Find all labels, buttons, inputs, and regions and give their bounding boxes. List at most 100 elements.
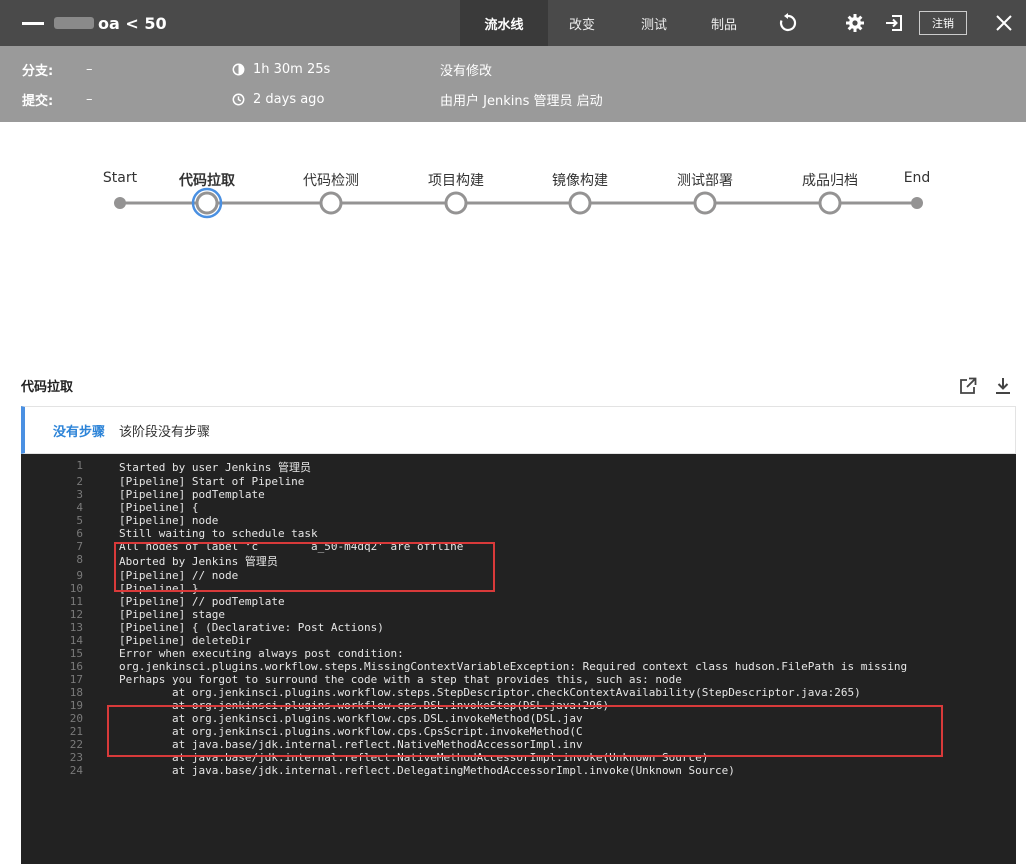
changes-value: 没有修改 <box>440 63 493 79</box>
top-bar: oa < 50 流水线 改变 测试 制品 注销 <box>0 0 1026 46</box>
log-line: 11 [Pipeline] // podTemplate <box>21 595 1016 608</box>
tab-artifacts[interactable]: 制品 <box>694 0 754 46</box>
log-line-text: Started by user Jenkins 管理员 <box>119 461 311 474</box>
rerun-button[interactable] <box>772 0 804 46</box>
tab-label: 测试 <box>640 17 667 33</box>
commit-label: 提交: <box>22 93 54 109</box>
log-line: 14 [Pipeline] deleteDir <box>21 634 1016 647</box>
log-lines: 1 Started by user Jenkins 管理员 2 [Pipeline] … <box>21 454 1016 777</box>
duration-info: 1h 30m 25s <box>232 59 330 79</box>
log-line: 19 at org.jenkinsci.plugins.workflow.cps… <box>21 699 1016 712</box>
log-line-text: at org.jenkinsci.plugins.workflow.steps.… <box>119 686 861 699</box>
log-line: 4 [Pipeline] { <box>21 501 1016 514</box>
close-button[interactable] <box>990 0 1018 46</box>
log-line-text: [Pipeline] // podTemplate <box>119 595 285 608</box>
stage-section-title: 代码拉取 <box>21 380 74 395</box>
log-line-number: 9 <box>76 569 83 582</box>
log-line: 17 Perhaps you forgot to surround the cod… <box>21 673 1016 686</box>
log-line-number: 22 <box>69 738 83 751</box>
run-info-bar: 分支: – 提交: – 1h 30m 25s 2 days ago 没有修改 由… <box>0 46 1026 122</box>
tab-tests[interactable]: 测试 <box>624 0 684 46</box>
log-line: 8 Aborted by Jenkins 管理员 <box>21 553 1016 569</box>
clock-icon <box>232 93 245 106</box>
log-line-text: org.jenkinsci.plugins.workflow.steps.Mis… <box>119 660 908 673</box>
tab-changes[interactable]: 改变 <box>552 0 612 46</box>
log-line: 21 at org.jenkinsci.plugins.workflow.cps… <box>21 725 1016 738</box>
log-line-number: 24 <box>69 764 83 777</box>
log-line-text: [Pipeline] podTemplate <box>119 488 265 501</box>
log-line-number: 1 <box>76 459 83 472</box>
commit-info: 提交: – <box>22 89 93 109</box>
classic-view-button[interactable] <box>878 0 910 46</box>
log-line: 22 at java.base/jdk.internal.reflect.Nat… <box>21 738 1016 751</box>
log-line-number: 17 <box>69 673 83 686</box>
pipeline-stage-node[interactable] <box>568 191 592 215</box>
no-steps-description: 该阶段没有步骤 <box>119 424 211 440</box>
duration-icon <box>232 63 245 76</box>
log-line-number: 7 <box>76 540 83 553</box>
branch-label: 分支: <box>22 63 54 79</box>
pipeline-stage-node[interactable] <box>818 191 842 215</box>
log-line-text: Still waiting to schedule task <box>119 527 318 540</box>
log-line: 24 at java.base/jdk.internal.reflect.Del… <box>21 764 1016 777</box>
tab-label: 改变 <box>568 17 595 33</box>
pipeline-stage-node[interactable] <box>319 191 343 215</box>
tab-pipeline[interactable]: 流水线 <box>460 0 548 46</box>
changes-info: 没有修改 <box>440 59 492 79</box>
log-line: 16 org.jenkinsci.plugins.workflow.steps.M… <box>21 660 1016 673</box>
settings-button[interactable] <box>840 0 870 46</box>
logout-label: 注销 <box>932 17 954 30</box>
branch-info: 分支: – <box>22 59 93 79</box>
open-log-button[interactable] <box>958 376 978 396</box>
log-line-text: at java.base/jdk.internal.reflect.Native… <box>119 751 709 764</box>
log-line-number: 4 <box>76 501 83 514</box>
log-line-text: [Pipeline] deleteDir <box>119 634 252 647</box>
log-line-text: at java.base/jdk.internal.reflect.Native… <box>119 738 583 751</box>
log-console[interactable]: 1 Started by user Jenkins 管理员 2 [Pipeline] … <box>21 454 1016 864</box>
log-line-text: [Pipeline] { <box>119 501 199 514</box>
pipeline-stage-node[interactable] <box>444 191 468 215</box>
log-line-text: [Pipeline] { (Declarative: Post Actions) <box>119 621 384 634</box>
pipeline-endpoint-node <box>114 197 126 209</box>
log-line-text: at org.jenkinsci.plugins.workflow.cps.DS… <box>119 699 610 712</box>
log-line-number: 11 <box>69 595 83 608</box>
log-line-number: 14 <box>69 634 83 647</box>
pipeline-stage-node[interactable] <box>693 191 717 215</box>
pipeline-graph <box>114 187 923 219</box>
log-line-number: 12 <box>69 608 83 621</box>
tab-label: 流水线 <box>484 17 524 33</box>
log-line: 10 [Pipeline] } <box>21 582 1016 595</box>
log-line-text: [Pipeline] // node <box>119 569 239 582</box>
pipeline-title: oa < 50 <box>22 0 167 46</box>
pipeline-endpoint-node <box>911 197 923 209</box>
logout-button[interactable]: 注销 <box>919 11 967 35</box>
log-line-text: Error when executing always post conditi… <box>119 647 404 660</box>
log-line-number: 10 <box>69 582 83 595</box>
log-line: 12 [Pipeline] stage <box>21 608 1016 621</box>
log-line-number: 15 <box>69 647 83 660</box>
log-line: 2 [Pipeline] Start of Pipeline <box>21 475 1016 488</box>
download-log-button[interactable] <box>994 376 1012 396</box>
menu-dash-icon <box>22 21 44 25</box>
log-line-text: [Pipeline] } <box>119 582 199 595</box>
duration-value: 1h 30m 25s <box>253 61 331 77</box>
redacted-name <box>54 17 94 29</box>
log-line-text: [Pipeline] stage <box>119 608 225 621</box>
log-line: 18 at org.jenkinsci.plugins.workflow.ste… <box>21 686 1016 699</box>
time-info: 2 days ago <box>232 89 324 109</box>
pipeline-stage-node[interactable] <box>195 191 219 215</box>
branch-value: – <box>86 61 93 77</box>
log-line-text: [Pipeline] node <box>119 514 219 527</box>
exit-to-classic-icon <box>886 15 902 31</box>
log-line: 7 All nodes of label ‘c a_50-m4dq2’ are o… <box>21 540 1016 553</box>
log-line-text: at java.base/jdk.internal.reflect.Delega… <box>119 764 735 777</box>
no-steps-tag: 没有步骤 <box>53 424 106 440</box>
open-external-icon <box>960 377 977 394</box>
download-icon <box>996 378 1010 394</box>
log-line-number: 2 <box>76 475 83 488</box>
log-line-text: [Pipeline] Start of Pipeline <box>119 475 305 488</box>
log-line: 13 [Pipeline] { (Declarative: Post Action… <box>21 621 1016 634</box>
log-line-number: 5 <box>76 514 83 527</box>
log-line: 1 Started by user Jenkins 管理员 <box>21 459 1016 475</box>
no-steps-panel: 没有步骤 该阶段没有步骤 <box>21 406 1016 454</box>
